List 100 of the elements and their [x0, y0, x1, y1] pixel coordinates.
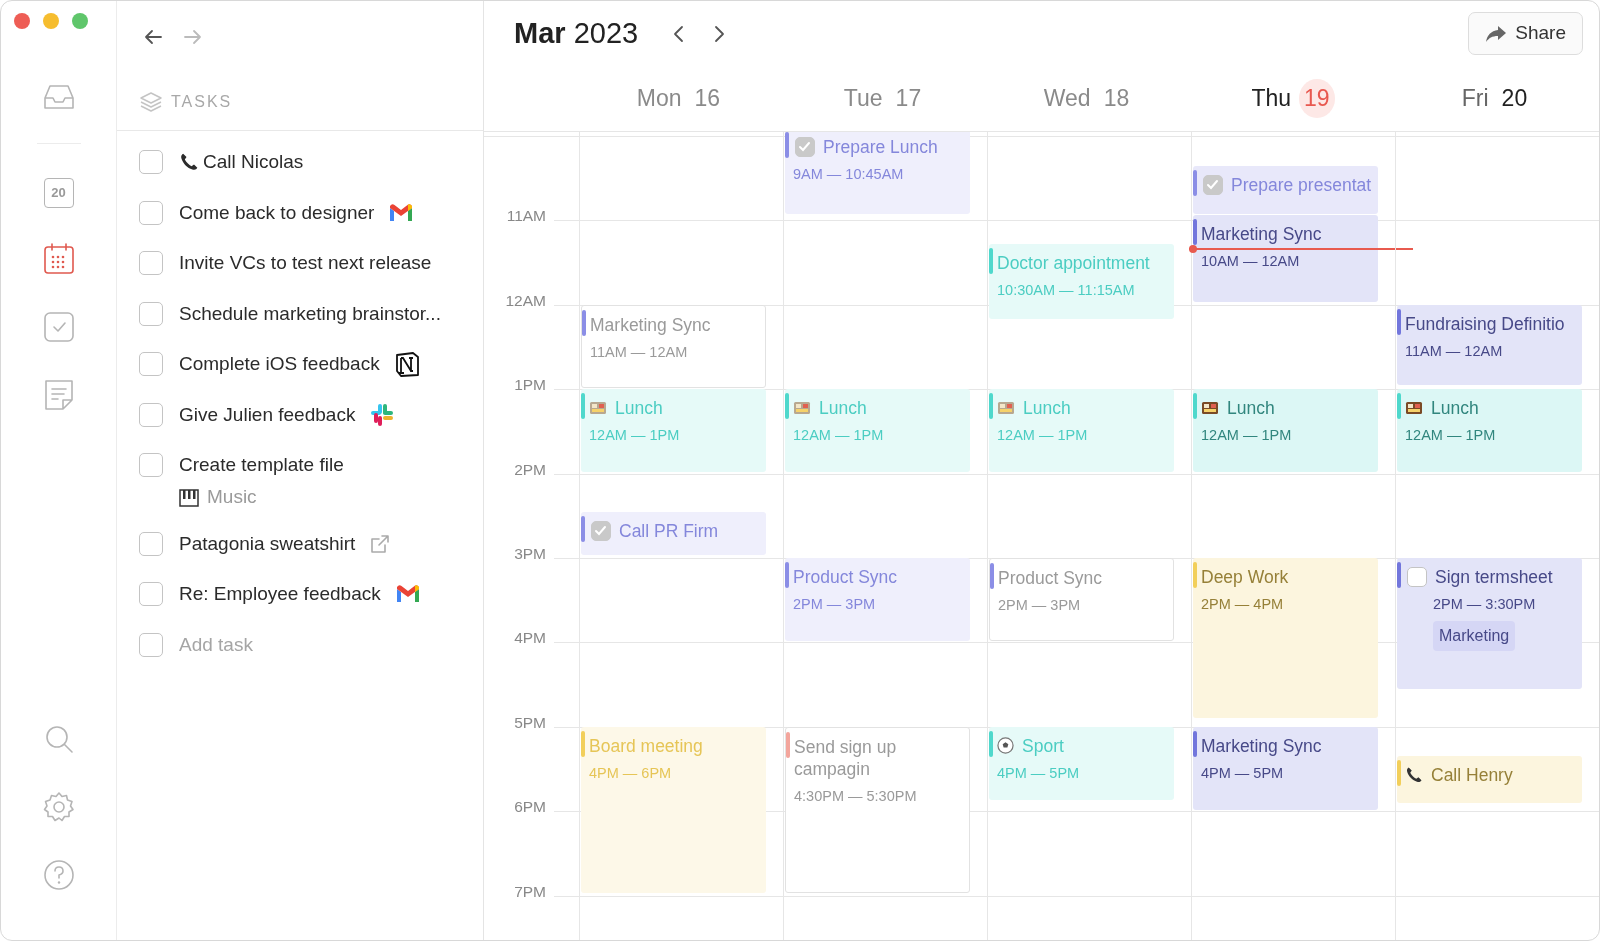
lunch-box-icon	[997, 400, 1015, 417]
event-card[interactable]: Lunch 12AM — 1PM	[1397, 389, 1582, 472]
calendar-grid-icon[interactable]	[41, 242, 76, 276]
event-time: 12AM — 1PM	[997, 427, 1089, 445]
event-title: Sport	[1022, 734, 1064, 757]
back-arrow-icon[interactable]	[143, 28, 163, 46]
maximize-window-button[interactable]	[72, 13, 88, 29]
day-name: Tue	[843, 84, 883, 114]
mail-icon	[394, 584, 421, 605]
event-card[interactable]: Prepare Lunch 9AM — 10:45AM	[785, 132, 970, 215]
task-checkbox[interactable]	[139, 150, 163, 175]
day-date: 16	[693, 84, 722, 114]
task-label[interactable]: Schedule marketing brainstor...	[179, 299, 441, 328]
month-title: Mar 2023	[514, 15, 639, 51]
task-checkbox[interactable]	[139, 200, 163, 225]
checkbox-icon[interactable]	[41, 310, 76, 344]
close-window-button[interactable]	[14, 13, 30, 29]
calendar-day-icon[interactable]: 20	[43, 178, 74, 208]
event-title: Prepare Lunch	[823, 135, 938, 158]
task-checkbox[interactable]	[139, 402, 163, 427]
event-title: Marketing Sync	[590, 313, 711, 336]
pinwheel-logo-icon	[369, 401, 396, 428]
event-card[interactable]: Marketing Sync 11AM — 12AM	[581, 304, 766, 388]
task-checkbox[interactable]	[139, 453, 163, 478]
event-title: Send sign up campagin	[794, 735, 898, 780]
event-card[interactable]: Call Henry	[1397, 756, 1582, 803]
event-card[interactable]: Marketing Sync 4PM — 5PM	[1193, 726, 1378, 810]
day-date: 20	[1500, 84, 1529, 114]
event-card[interactable]: Sign termsheet 2PM — 3:30PM Marketing	[1397, 558, 1582, 689]
event-time: 12AM — 1PM	[589, 427, 681, 445]
task-label[interactable]: Come back to designer	[179, 198, 375, 227]
event-title: Call PR Firm	[619, 519, 719, 542]
share-button[interactable]: Share	[1468, 12, 1583, 55]
day-date: 19	[1299, 79, 1335, 118]
add-task-field[interactable]: Add task	[179, 630, 419, 659]
event-time: 11AM — 12AM	[590, 343, 689, 361]
task-label[interactable]: Complete iOS feedback	[179, 350, 380, 379]
event-title: Lunch	[819, 397, 867, 420]
task-label[interactable]: Invite VCs to test next release	[179, 249, 432, 278]
event-checkbox[interactable]	[1407, 567, 1427, 587]
section-title: TASKS	[171, 91, 233, 112]
event-card[interactable]: Prepare presentat	[1193, 166, 1378, 214]
layers-icon	[139, 90, 163, 113]
task-checkbox[interactable]	[139, 352, 163, 377]
event-card[interactable]: Send sign up campagin 4:30PM — 5:30PM	[785, 726, 970, 894]
day-date: 18	[1102, 84, 1131, 114]
event-time: 4PM — 5PM	[997, 764, 1081, 782]
event-time: 4PM — 5PM	[1201, 764, 1285, 782]
event-card[interactable]: Product Sync 2PM — 3PM	[785, 558, 970, 641]
task-label[interactable]: Re: Employee feedback	[179, 580, 381, 609]
event-title: Product Sync	[793, 566, 898, 588]
task-checkbox[interactable]	[139, 582, 163, 607]
piano-icon	[179, 488, 199, 507]
task-checkbox[interactable]	[139, 251, 163, 276]
task-label[interactable]: Create template file	[179, 451, 344, 480]
event-title: Product Sync	[998, 567, 1103, 589]
event-tag: Marketing	[1433, 621, 1516, 651]
task-checkbox[interactable]	[139, 301, 163, 326]
event-checkbox[interactable]	[795, 136, 815, 157]
event-card[interactable]: Product Sync 2PM — 3PM	[989, 558, 1174, 641]
event-card[interactable]: Call PR Firm	[581, 511, 766, 556]
event-checkbox[interactable]	[1203, 175, 1223, 196]
event-title: Fundraising Definitio	[1405, 312, 1565, 335]
event-title: Lunch	[615, 397, 663, 420]
event-card[interactable]: Lunch 12AM — 1PM	[1193, 389, 1378, 472]
square-logo-icon	[393, 351, 420, 378]
event-title: Lunch	[1431, 397, 1479, 420]
event-checkbox[interactable]	[591, 520, 611, 541]
forward-arrow-icon[interactable]	[183, 28, 203, 46]
lunch-box-icon	[589, 400, 607, 417]
event-time: 11AM — 12AM	[1405, 342, 1504, 360]
task-label[interactable]: Give Julien feedback	[179, 400, 356, 429]
task-label[interactable]: Call Nicolas	[203, 148, 304, 177]
event-time: 2PM — 3:30PM	[1432, 596, 1537, 613]
chevron-right-icon[interactable]	[712, 23, 727, 44]
event-time: 2PM — 3PM	[998, 597, 1082, 614]
add-task-checkbox[interactable]	[139, 632, 163, 657]
event-time: 12AM — 1PM	[1201, 427, 1293, 445]
minimize-window-button[interactable]	[43, 13, 59, 29]
project-label: Music	[207, 485, 257, 510]
event-card[interactable]: Marketing Sync 10AM — 12AM	[1193, 215, 1378, 303]
event-time: 12AM — 1PM	[1405, 427, 1497, 445]
event-card[interactable]: Fundraising Definitio 11AM — 12AM	[1397, 304, 1582, 385]
task-checkbox[interactable]	[139, 531, 163, 556]
day-date: 17	[894, 84, 923, 114]
phone-icon	[1405, 766, 1423, 785]
task-label[interactable]: Patagonia sweatshirt	[179, 529, 356, 558]
soccer-ball-icon	[997, 737, 1014, 755]
event-time: 2PM — 4PM	[1201, 596, 1285, 613]
lunch-box-icon	[1405, 400, 1423, 417]
event-title: Lunch	[1227, 397, 1275, 420]
event-time: 2PM — 3PM	[793, 596, 877, 613]
lunch-box-icon	[793, 400, 811, 417]
share-arrow-icon	[1485, 24, 1508, 43]
event-time: 12AM — 1PM	[793, 427, 885, 445]
settings-icon[interactable]	[41, 790, 76, 824]
event-title: Marketing Sync	[1201, 734, 1322, 757]
event-title: Doctor appointment	[997, 252, 1150, 275]
help-icon[interactable]	[41, 858, 76, 892]
event-card[interactable]: Deep Work 2PM — 4PM	[1193, 558, 1378, 719]
